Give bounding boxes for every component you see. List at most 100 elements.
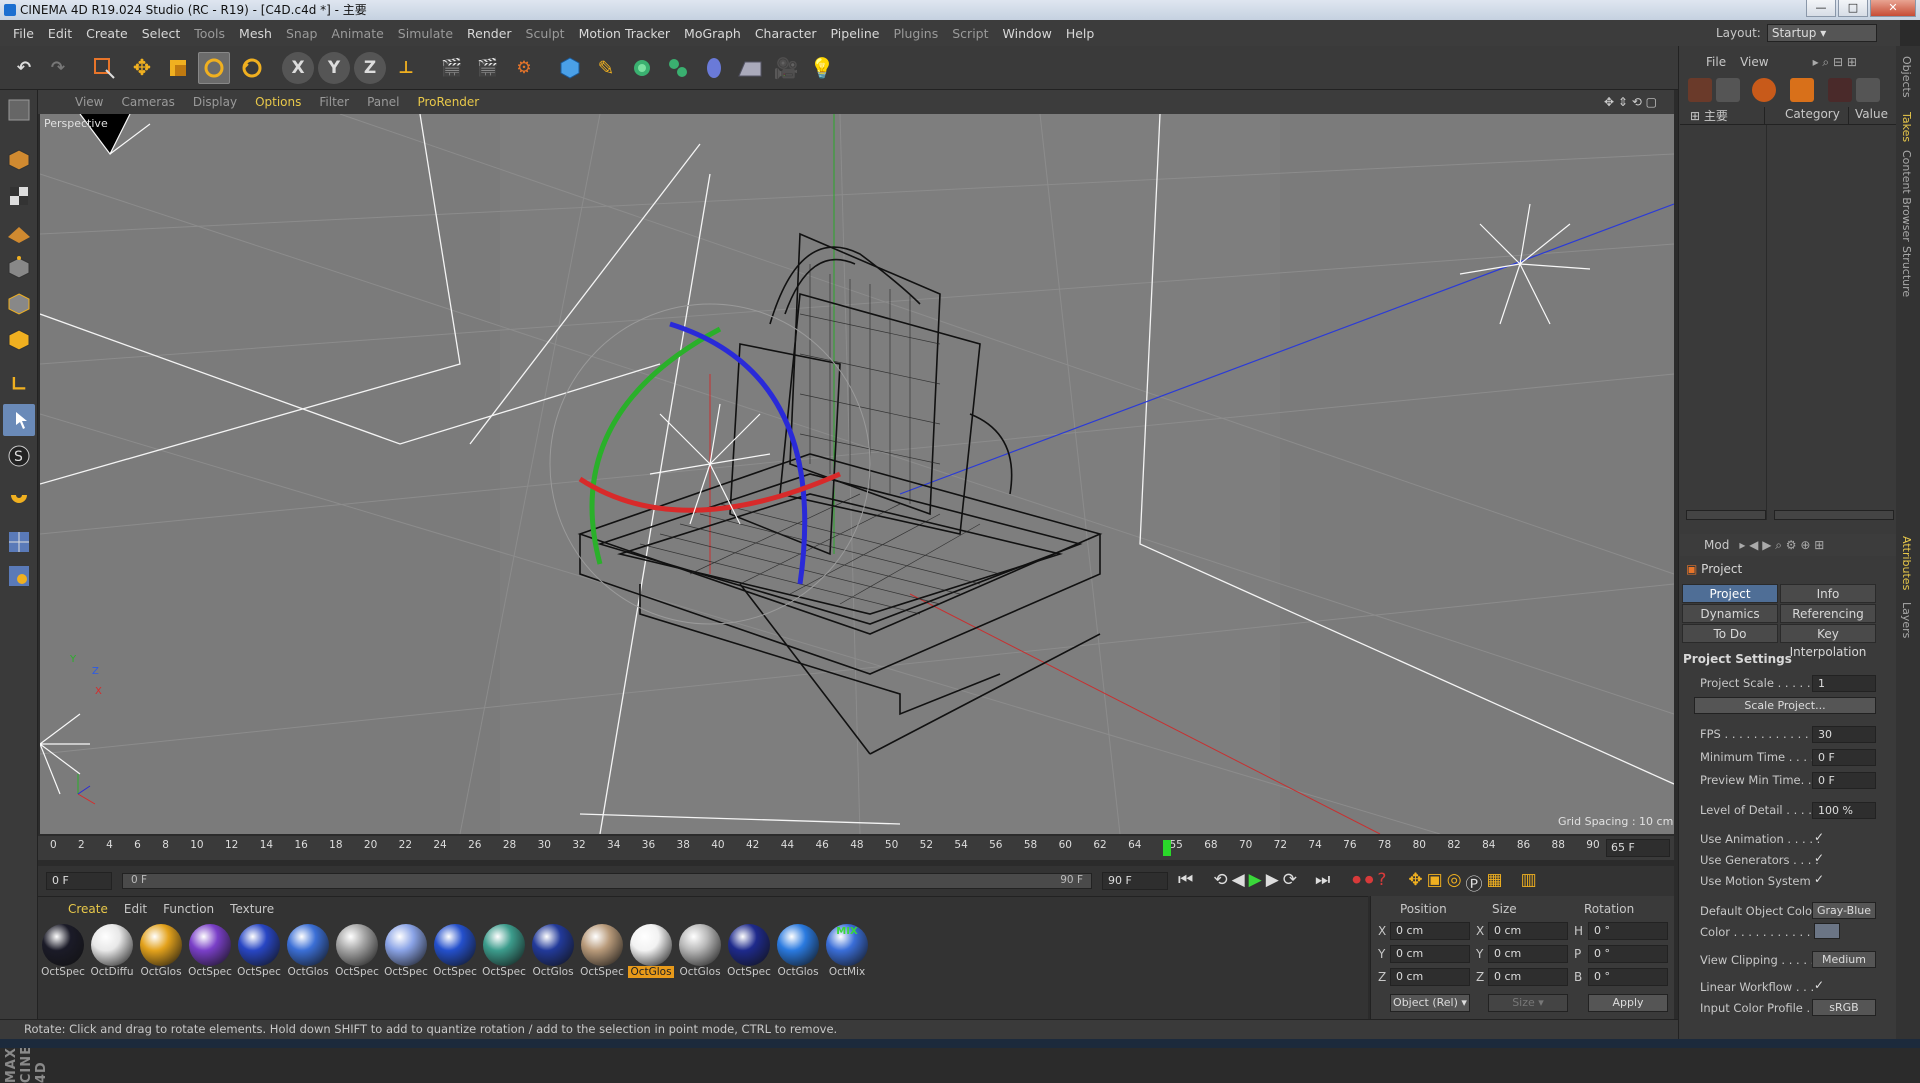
menu-tools[interactable]: Tools: [187, 26, 232, 41]
position-field[interactable]: 0 cm: [1390, 922, 1470, 940]
edges-mode-icon[interactable]: [3, 288, 35, 320]
menu-render[interactable]: Render: [460, 26, 519, 41]
size-mode-select[interactable]: Size ▾: [1488, 994, 1568, 1012]
menu-snap[interactable]: Snap: [279, 26, 324, 41]
viewport-menu-cameras[interactable]: Cameras: [112, 95, 183, 109]
viewport-menu-view[interactable]: View: [66, 95, 112, 109]
menu-window[interactable]: Window: [996, 26, 1059, 41]
viewport-menu-filter[interactable]: Filter: [310, 95, 358, 109]
tab-key-interpolation[interactable]: Key Interpolation: [1780, 624, 1876, 659]
tab-to-do[interactable]: To Do: [1682, 624, 1778, 643]
material-item[interactable]: OctSpec: [481, 924, 527, 984]
menu-animate[interactable]: Animate: [324, 26, 390, 41]
timeline-ruler[interactable]: 0 2 4 6 8 10 12 14 16 18 20 22 24 26 28 30 32 34 36 38 40 42 4…: [38, 836, 1674, 860]
scale-project-button[interactable]: Scale Project...: [1694, 697, 1876, 714]
make-editable-icon[interactable]: [3, 94, 35, 126]
material-item[interactable]: OctSpec: [726, 924, 772, 984]
playhead[interactable]: [1163, 840, 1171, 856]
points-mode-icon[interactable]: [3, 252, 35, 284]
menu-mograph[interactable]: MoGraph: [677, 26, 748, 41]
viewport-nav-icons[interactable]: ✥ ⇕ ⟲ ▢: [1595, 95, 1666, 109]
material-item[interactable]: OctSpec: [236, 924, 282, 984]
coordinate-system-icon[interactable]: ⊥: [390, 52, 422, 84]
object-menu-file[interactable]: File: [1706, 55, 1726, 69]
material-item[interactable]: OctGlos: [285, 924, 331, 984]
material-menu-texture[interactable]: Texture: [222, 902, 282, 916]
material-item[interactable]: OctGlos: [530, 924, 576, 984]
vtab-layers[interactable]: Layers: [1900, 602, 1913, 638]
key-scale-icon[interactable]: ▣: [1427, 870, 1443, 895]
attributes-mode-menu[interactable]: Mod: [1704, 538, 1729, 552]
key-pla-icon[interactable]: ▦: [1487, 870, 1503, 895]
autokey-icon[interactable]: ⏺: [1365, 870, 1374, 895]
undo-icon[interactable]: ↶: [8, 52, 40, 84]
cloner-icon[interactable]: [662, 52, 694, 84]
menu-mesh[interactable]: Mesh: [232, 26, 279, 41]
grid-snap-icon[interactable]: [3, 560, 35, 592]
tweak-mode-icon[interactable]: [3, 404, 35, 436]
object-list-scrollbar[interactable]: [1686, 510, 1766, 520]
tab-referencing[interactable]: Referencing: [1780, 604, 1876, 623]
lod-field[interactable]: 100 %: [1812, 802, 1876, 819]
preview-range-slider[interactable]: 0 F 90 F: [122, 873, 1092, 889]
y-axis-lock-icon[interactable]: Y: [318, 52, 350, 84]
workplane-lock-icon[interactable]: [3, 526, 35, 558]
next-key-icon[interactable]: ⟳: [1283, 870, 1297, 895]
input-color-profile-select[interactable]: sRGB: [1812, 999, 1876, 1016]
octane-settings-icon[interactable]: [1716, 78, 1740, 102]
end-frame-field[interactable]: 90 F: [1102, 872, 1168, 890]
material-item[interactable]: OctGlos: [677, 924, 723, 984]
category-scrollbar[interactable]: [1774, 510, 1894, 520]
rotation-field[interactable]: 0 °: [1588, 945, 1668, 963]
octane-light-icon[interactable]: [1856, 78, 1880, 102]
octane-object-tag-icon[interactable]: [1790, 78, 1814, 102]
material-item[interactable]: OctSpec: [579, 924, 625, 984]
material-item[interactable]: OctSpec: [187, 924, 233, 984]
live-selection-icon[interactable]: [88, 52, 120, 84]
maximize-button[interactable]: □: [1838, 0, 1868, 17]
viewport-menu-prorender[interactable]: ProRender: [408, 95, 488, 109]
x-axis-lock-icon[interactable]: X: [282, 52, 314, 84]
texture-mode-icon[interactable]: [3, 180, 35, 212]
material-menu-create[interactable]: Create: [60, 902, 116, 916]
menu-script[interactable]: Script: [945, 26, 995, 41]
menu-file[interactable]: File: [6, 26, 41, 41]
object-list[interactable]: [1680, 125, 1898, 520]
position-field[interactable]: 0 cm: [1390, 945, 1470, 963]
project-scale-field[interactable]: 1: [1812, 675, 1876, 692]
use-generators-checkbox[interactable]: ✓: [1814, 851, 1824, 865]
viewport-menu-panel[interactable]: Panel: [358, 95, 408, 109]
min-time-field[interactable]: 0 F: [1812, 749, 1876, 766]
material-item[interactable]: OctGlos: [628, 924, 674, 984]
layout-select[interactable]: Startup ▾: [1766, 24, 1877, 42]
vtab-structure[interactable]: Structure: [1900, 246, 1913, 297]
object-name-column[interactable]: ⊞ 主要: [1680, 107, 1764, 124]
size-field[interactable]: 0 cm: [1488, 945, 1568, 963]
category-column[interactable]: Category: [1764, 107, 1848, 124]
material-item[interactable]: OctSpec: [432, 924, 478, 984]
pen-spline-icon[interactable]: ✎: [590, 52, 622, 84]
minimize-button[interactable]: —: [1806, 0, 1836, 17]
axis-mode-icon[interactable]: ∟: [3, 368, 35, 400]
z-axis-lock-icon[interactable]: Z: [354, 52, 386, 84]
magnet-icon[interactable]: [3, 484, 35, 516]
next-frame-icon[interactable]: ▶: [1266, 870, 1279, 895]
material-menu-edit[interactable]: Edit: [116, 902, 155, 916]
viewport-menu-display[interactable]: Display: [184, 95, 246, 109]
linear-workflow-checkbox[interactable]: ✓: [1814, 978, 1824, 992]
fps-field[interactable]: 30: [1812, 726, 1876, 743]
tab-info[interactable]: Info: [1780, 584, 1876, 603]
menu-motion-tracker[interactable]: Motion Tracker: [572, 26, 677, 41]
go-to-start-icon[interactable]: ⏮: [1178, 870, 1193, 895]
close-button[interactable]: ✕: [1870, 0, 1916, 17]
vtab-takes[interactable]: Takes: [1900, 112, 1913, 142]
octane-live-viewer-icon[interactable]: [1688, 78, 1712, 102]
keyframe-selection-icon[interactable]: ?: [1377, 870, 1386, 895]
render-view-icon[interactable]: 🎬: [436, 52, 468, 84]
use-animation-checkbox[interactable]: ✓: [1814, 830, 1824, 844]
preview-min-time-field[interactable]: 0 F: [1812, 772, 1876, 789]
edit-render-settings-icon[interactable]: ⚙: [508, 52, 540, 84]
menu-edit[interactable]: Edit: [41, 26, 79, 41]
material-item[interactable]: OctSpec: [383, 924, 429, 984]
default-color-select[interactable]: Gray-Blue: [1812, 902, 1876, 919]
